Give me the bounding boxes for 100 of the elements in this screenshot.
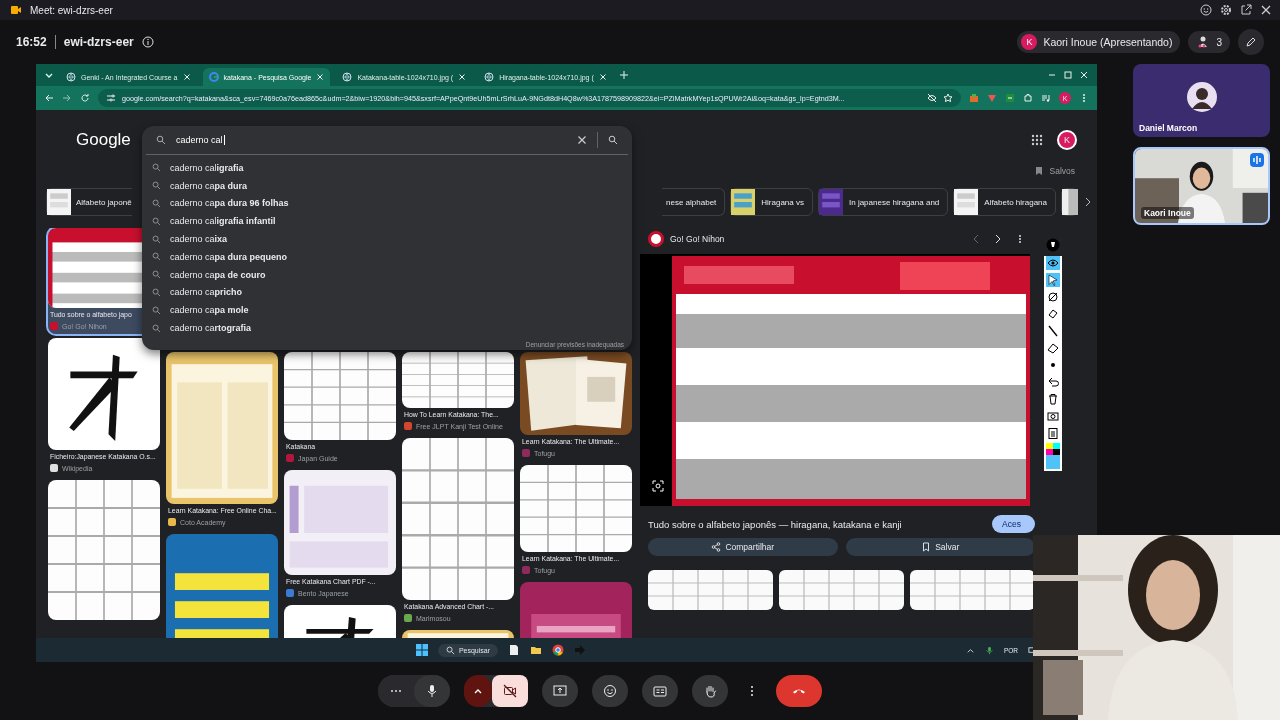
eraser-icon[interactable] <box>1046 341 1060 355</box>
search-suggestion[interactable]: caderno capa dura 96 folhas <box>152 194 632 213</box>
search-chip[interactable]: Alfabeto japonê <box>46 188 132 216</box>
google-logo[interactable]: Google <box>76 130 131 150</box>
hand-icon <box>703 684 717 698</box>
open-external-icon[interactable] <box>1240 4 1252 16</box>
search-chip[interactable]: In japanese hiragana and <box>818 188 949 216</box>
presenter-label: Kaori Inoue (Apresentando) <box>1043 36 1173 48</box>
file-icon[interactable] <box>508 644 521 656</box>
search-icon <box>152 323 161 333</box>
line-icon[interactable] <box>1046 324 1060 338</box>
preview-title: Tudo sobre o alfabeto japonês — hiragana, katakana e kanji <box>648 518 902 530</box>
globe-icon <box>484 72 495 82</box>
maximize-icon[interactable] <box>1063 70 1073 80</box>
globe-icon <box>66 72 76 82</box>
chevron-right-icon[interactable] <box>1083 197 1093 207</box>
present-button[interactable] <box>542 675 578 707</box>
apps-grid-icon[interactable] <box>1031 134 1043 146</box>
search-field[interactable]: caderno cal <box>176 135 225 145</box>
clock-time: 16:52 <box>16 35 47 49</box>
preview-source: Go! Go! Nihon <box>670 234 725 244</box>
window-title: Meet: ewi-dzrs-eer <box>30 4 113 16</box>
participants-button[interactable]: 3 <box>1188 31 1230 53</box>
search-suggestion[interactable]: caderno caligrafia <box>152 159 632 177</box>
info-icon[interactable] <box>141 36 154 48</box>
visit-button[interactable]: Aces <box>992 515 1035 533</box>
close-tab-icon[interactable] <box>316 73 325 81</box>
annotate-button[interactable] <box>1238 29 1264 55</box>
share-button[interactable]: Compartilhar <box>648 538 838 556</box>
forward-icon[interactable] <box>62 93 72 103</box>
google-favicon-icon <box>208 72 219 82</box>
captions-button[interactable] <box>642 675 678 707</box>
color-palette-icon[interactable] <box>1046 443 1060 469</box>
saved-link[interactable]: Salvos <box>1034 164 1075 178</box>
search-icon <box>152 216 161 226</box>
raise-hand-button[interactable] <box>692 675 728 707</box>
search-chip[interactable] <box>1061 188 1078 216</box>
microphone-icon[interactable] <box>984 645 994 655</box>
search-chip[interactable]: nese alphabet <box>662 188 726 216</box>
search-icon <box>445 645 455 655</box>
pen-icon[interactable] <box>1046 238 1060 252</box>
trash-icon[interactable] <box>1046 392 1060 406</box>
close-icon[interactable] <box>1260 4 1272 16</box>
emoji-icon <box>603 684 617 698</box>
microphone-button[interactable] <box>414 675 450 707</box>
account-avatar[interactable]: K <box>1057 130 1077 150</box>
search-icon <box>152 234 161 244</box>
lens-icon[interactable] <box>652 480 664 492</box>
end-call-button[interactable] <box>776 675 822 707</box>
search-icon <box>152 287 161 297</box>
back-icon[interactable] <box>44 93 54 103</box>
clipboard-icon[interactable] <box>1046 426 1060 440</box>
extension-icon[interactable] <box>1005 93 1015 103</box>
chrome-icon[interactable] <box>552 644 565 656</box>
windows-start-icon[interactable] <box>415 644 428 656</box>
search-icon <box>152 163 161 173</box>
close-window-icon[interactable] <box>1079 70 1089 80</box>
search-icon <box>152 252 161 262</box>
camera-button[interactable] <box>492 675 528 707</box>
highlighter-icon[interactable] <box>1046 307 1060 321</box>
media-icon[interactable] <box>1041 93 1051 103</box>
search-icon <box>152 270 161 280</box>
cursor-icon[interactable] <box>1046 273 1060 287</box>
chevron-left-icon[interactable] <box>971 234 981 244</box>
search-icon <box>152 181 161 191</box>
undo-icon[interactable] <box>1046 375 1060 389</box>
search-icon[interactable] <box>608 135 618 145</box>
settings-icon[interactable] <box>1220 4 1232 16</box>
eye-icon[interactable] <box>1046 256 1060 270</box>
reactions-button[interactable] <box>592 675 628 707</box>
camera-icon[interactable] <box>1046 409 1060 423</box>
new-tab-icon[interactable] <box>618 70 629 80</box>
chevron-right-icon[interactable] <box>993 234 1003 244</box>
emoji-icon[interactable] <box>1200 4 1212 16</box>
puzzle-icon[interactable] <box>1023 93 1033 103</box>
save-button[interactable]: Salvar <box>845 538 1035 556</box>
folder-icon[interactable] <box>530 644 543 656</box>
reload-icon[interactable] <box>80 93 90 103</box>
participant-name: Daniel Marcon <box>1139 123 1198 133</box>
close-tab-icon[interactable] <box>458 73 467 81</box>
search-suggestion[interactable]: caderno capa dura <box>152 176 632 195</box>
search-chip[interactable]: Alfabeto hiragana <box>953 188 1056 216</box>
search-chip[interactable]: Hiragana vs <box>730 188 813 216</box>
star-icon[interactable] <box>943 93 953 103</box>
pen-icon <box>1245 36 1257 48</box>
eye-off-icon[interactable] <box>927 93 937 103</box>
meet-logo-icon <box>10 4 22 16</box>
avatar-icon <box>1186 82 1217 112</box>
share-icon <box>711 542 722 552</box>
close-tab-icon[interactable] <box>598 73 607 81</box>
captions-icon <box>653 684 667 698</box>
clear-icon[interactable] <box>577 135 587 145</box>
presenter-chip[interactable]: K Kaori Inoue (Apresentando) <box>1017 31 1181 53</box>
participant-name: Kaori Inoue <box>1141 207 1194 219</box>
pen-icon[interactable] <box>1046 290 1060 304</box>
audio-level-icon <box>1250 153 1264 167</box>
search-suggestion[interactable]: caderno caligrafia infantil <box>152 212 632 231</box>
bookmark-icon <box>1034 166 1045 176</box>
presenter-avatar: K <box>1021 34 1038 50</box>
close-tab-icon[interactable] <box>182 73 191 81</box>
